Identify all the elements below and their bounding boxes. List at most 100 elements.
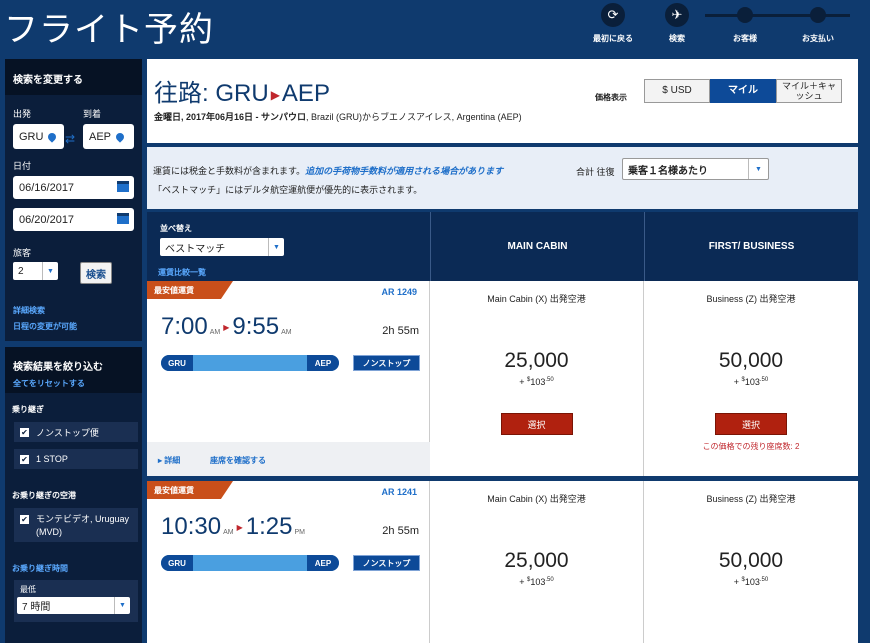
arrow-right-icon: ▶: [236, 523, 243, 533]
nonstop-badge: ノンストップ: [353, 355, 420, 371]
destination-field[interactable]: AEP: [83, 124, 134, 149]
flight-duration: 2h 55m: [382, 325, 419, 337]
fare-class: Main Cabin (X) 出発空港: [487, 494, 586, 504]
min-connect-time-block: 最低 7 時間 ▼: [14, 580, 138, 622]
fare-miles: 25,000: [504, 349, 569, 372]
chevron-down-icon: ▼: [748, 159, 768, 179]
flight-number[interactable]: AR 1241: [381, 487, 417, 497]
fare-class: Main Cabin (X) 出発空港: [487, 294, 586, 304]
select-fare-button[interactable]: 選択: [500, 413, 573, 435]
search-button[interactable]: 検索: [80, 262, 112, 284]
step-label: お客様: [733, 34, 757, 43]
step-label: 最初に戻る: [593, 34, 633, 43]
seats-remaining: この価格での残り座席数: 2: [702, 442, 800, 451]
route-subtitle: 金曜日, 2017年06月16日 - サンパウロ, Brazil (GRU)から…: [154, 110, 522, 123]
step-customer: お客様: [715, 3, 775, 44]
step-payment: お支払い: [788, 3, 848, 44]
fare-tax-prefix: +: [733, 577, 742, 587]
route-date: 金曜日, 2017年06月16日 - サンパウロ: [154, 112, 307, 122]
advanced-search-link[interactable]: 詳細検索: [13, 305, 45, 316]
arrival-ampm: PM: [294, 529, 305, 536]
calendar-icon[interactable]: [117, 213, 129, 224]
fare-miles: 50,000: [718, 549, 784, 572]
fare-tax: + $103.50: [644, 377, 858, 387]
step-dot-icon: [737, 7, 753, 23]
total-roundtrip-label: 合計 往復: [576, 167, 615, 177]
departure-time: 10:30: [161, 513, 222, 540]
calendar-icon[interactable]: [117, 181, 129, 192]
checkbox-checked-icon[interactable]: ✔: [20, 515, 29, 524]
select-fare-button[interactable]: 選択: [715, 413, 787, 435]
return-date-value: 06/20/2017: [19, 213, 75, 226]
departure-time: 7:00: [161, 313, 208, 340]
location-pin-icon: [114, 130, 126, 143]
passengers-select[interactable]: 2 ▼: [13, 262, 58, 280]
fare-class: Business (Z) 出発空港: [706, 294, 796, 304]
swap-icon[interactable]: ⇄: [65, 132, 75, 146]
filter-nonstop-label: ノンストップ便: [36, 427, 99, 438]
fare-tax-prefix: +: [519, 577, 528, 587]
origin-label: 出発: [13, 109, 32, 119]
modify-search-header: 検索を変更する: [5, 59, 142, 95]
flight-number[interactable]: AR 1249: [381, 287, 417, 297]
date-label: 日付: [13, 161, 32, 171]
top-bar: フライト予約 ⟳ 最初に戻る ✈ 検索 お客様 お支払い: [0, 0, 870, 52]
depart-date-field[interactable]: 06/16/2017: [13, 176, 134, 199]
seat-map-link[interactable]: 座席を確認する: [210, 455, 266, 466]
filter-title: 検索結果を絞り込む: [13, 362, 103, 373]
filter-panel: 検索結果を絞り込む 全てをリセットする 乗り継ぎ ✔ ノンストップ便 ✔ 1 S…: [5, 347, 142, 643]
refresh-icon: ⟳: [601, 3, 625, 27]
route-bar-origin: GRU: [161, 355, 193, 371]
step-start-over[interactable]: ⟳ 最初に戻る: [583, 3, 643, 44]
chevron-down-icon: ▼: [42, 262, 58, 280]
step-search[interactable]: ✈ 検索: [647, 3, 707, 44]
reset-all-link[interactable]: 全てをリセットする: [13, 378, 134, 389]
flexible-dates-link[interactable]: 日程の変更が可能: [13, 321, 77, 332]
fare-info-line-1: 運賃には税金と手数料が含まれます。追加の手荷物手数料が適用される場合があります: [153, 164, 503, 177]
min-value: 7 時間: [22, 602, 51, 613]
fare-tax-amount: 103: [744, 577, 760, 587]
origin-field[interactable]: GRU: [13, 124, 64, 149]
route-origin: GRU: [215, 80, 269, 107]
per-passenger-select[interactable]: 乗客１名様あたり ▼: [622, 158, 769, 180]
flight-info: 最安値運賃 AR 1241 10:30 AM▶ 1:25 PM 2h 55m GRU …: [147, 481, 430, 643]
route-title: 往路: GRU ▶AEP: [154, 73, 330, 108]
baggage-fee-link[interactable]: 追加の手荷物手数料が適用される場合があります: [305, 166, 503, 176]
route-bar-origin: GRU: [161, 555, 193, 571]
price-toggle-usd[interactable]: $ USD: [644, 79, 710, 103]
return-date-field[interactable]: 06/20/2017: [13, 208, 134, 231]
details-link[interactable]: ▸ 詳細: [158, 455, 180, 466]
price-display-label: 価格表示: [595, 93, 627, 102]
arrival-time: 9:55: [232, 313, 280, 340]
price-toggle-miles-cash[interactable]: マイル＋キャッシュ: [776, 79, 842, 103]
fare-info-line-2: 「ベストマッチ」にはデルタ航空運航便が優先的に表示されます。: [153, 185, 423, 195]
checkbox-checked-icon[interactable]: ✔: [20, 454, 29, 464]
fare-compare-link[interactable]: 運賃比較一覧: [158, 267, 206, 278]
results-table-header: 並べ替え ベストマッチ ▼ 運賃比較一覧 MAIN CABIN FIRST/ B…: [147, 212, 858, 281]
column-main-cabin: MAIN CABIN: [430, 212, 644, 281]
location-pin-icon: [46, 130, 59, 143]
checkbox-checked-icon[interactable]: ✔: [20, 427, 29, 437]
price-toggle-miles[interactable]: マイル: [710, 79, 776, 103]
column-first-business: FIRST/ BUSINESS: [644, 212, 858, 281]
step-label: 検索: [669, 34, 685, 43]
fare-tax-prefix: +: [519, 377, 528, 387]
chevron-down-icon: ▼: [114, 597, 130, 614]
filter-nonstop[interactable]: ✔ ノンストップ便: [14, 422, 138, 442]
nonstop-badge: ノンストップ: [353, 555, 420, 571]
fare-tax-cents: .50: [759, 577, 769, 583]
filter-connect-airport[interactable]: ✔ モンテビデオ, Uruguay (MVD): [14, 508, 138, 542]
min-connect-time-select[interactable]: 7 時間 ▼: [17, 597, 130, 614]
fare-info-card: 運賃には税金と手数料が含まれます。追加の手荷物手数料が適用される場合があります …: [147, 147, 858, 209]
lowest-fare-badge: 最安値運賃: [147, 281, 233, 299]
flight-info: 最安値運賃 AR 1249 7:00 AM▶ 9:55 AM 2h 55m GRU A…: [147, 281, 430, 476]
sort-select[interactable]: ベストマッチ ▼: [160, 238, 284, 256]
arrival-ampm: AM: [281, 329, 292, 336]
flight-times: 10:30 AM▶ 1:25 PM: [161, 513, 305, 541]
flight-duration: 2h 55m: [382, 525, 419, 537]
filter-one-stop[interactable]: ✔ 1 STOP: [14, 449, 138, 469]
progress-steps: ⟳ 最初に戻る ✈ 検索 お客様 お支払い: [593, 3, 865, 47]
destination-value: AEP: [89, 130, 112, 143]
arrow-right-icon: ▶: [270, 87, 280, 102]
step-dot-icon: [810, 7, 826, 23]
